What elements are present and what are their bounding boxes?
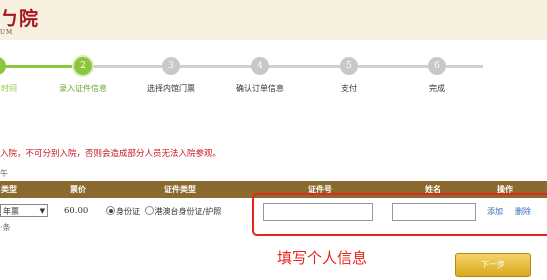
id-card-radio[interactable]: [106, 206, 115, 215]
step-progress: 1 2 3 4 5 6 时间 录入证件信息 选择内馆门票 确认订单信息 支付 完…: [0, 54, 547, 94]
museum-logo[interactable]: ㄅ院: [0, 4, 38, 31]
step-3-label: 选择内馆门票: [147, 84, 195, 93]
step-4-circle: 4: [251, 57, 269, 75]
section-label: 午: [0, 169, 8, 178]
highlight-frame: [252, 193, 547, 236]
row-sub-text: ·条: [0, 223, 11, 232]
step-2-circle: 2: [74, 57, 92, 75]
header-type: 类型: [1, 184, 17, 194]
step-1-circle: 1: [0, 57, 6, 75]
step-5-label: 支付: [341, 84, 357, 93]
step-6-label: 完成: [429, 84, 445, 93]
step-line-todo: [83, 65, 483, 68]
fill-info-annotation: 填写个人信息: [277, 249, 368, 267]
header-id-type: 证件类型: [164, 184, 196, 194]
logo-subtitle: UM: [0, 29, 14, 36]
step-3-circle: 3: [162, 57, 180, 75]
step-6-circle: 6: [428, 57, 446, 75]
step-5-circle: 5: [340, 57, 358, 75]
step-4-label: 确认订单信息: [236, 84, 284, 93]
id-card-label: 身份证: [116, 207, 140, 216]
entry-notice: 入院，不可分别入院，否则会造成部分人员无法入院参观。: [0, 149, 222, 159]
id-type-options: 身份证 港澳台身份证/护照: [106, 206, 221, 217]
chevron-down-icon: ▼: [39, 207, 45, 215]
header-price: 票价: [70, 184, 86, 194]
passport-radio[interactable]: [144, 206, 154, 215]
step-2-label: 录入证件信息: [59, 84, 107, 93]
ticket-type-select[interactable]: 年票 ▼: [0, 204, 48, 217]
ticket-type-value: 年票: [3, 207, 19, 216]
passport-label: 港澳台身份证/护照: [154, 207, 222, 216]
step-line-done: [0, 65, 83, 68]
step-1-label: 时间: [1, 84, 17, 93]
next-step-button[interactable]: 下一步: [455, 253, 531, 277]
ticket-price: 60.00: [64, 206, 89, 216]
site-header: ㄅ院 UM: [0, 0, 547, 40]
